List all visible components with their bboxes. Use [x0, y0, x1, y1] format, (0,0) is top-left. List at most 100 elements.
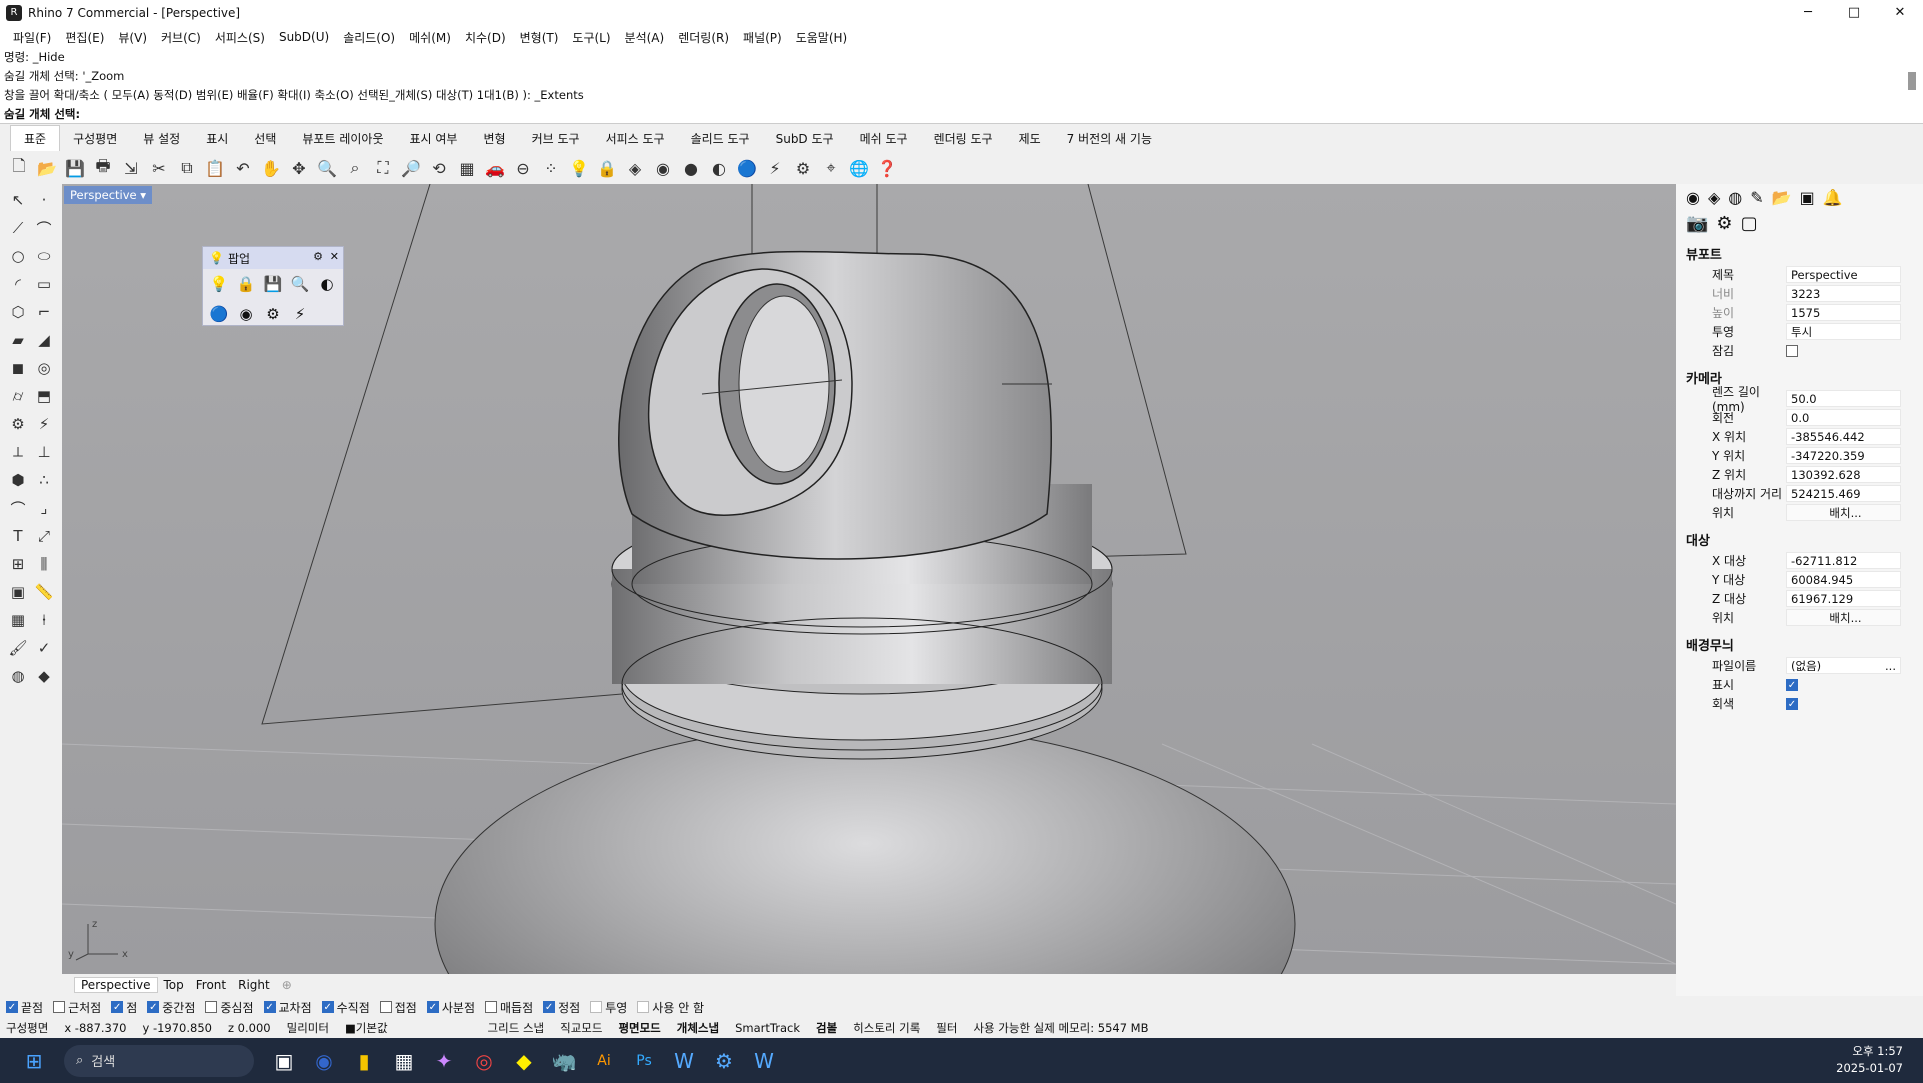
group-icon[interactable]: ⬢ [6, 468, 30, 492]
polygon-icon[interactable]: ⬡ [6, 300, 30, 324]
dimension-icon[interactable]: ⤢ [32, 524, 56, 548]
shape-icon[interactable]: ◆ [32, 664, 56, 688]
gears-icon[interactable]: ⚙ [261, 302, 285, 326]
lens-field[interactable]: 50.0 [1786, 390, 1901, 407]
curve-icon[interactable]: ⌒ [32, 216, 56, 240]
car-icon[interactable]: 🚗 [482, 155, 508, 181]
new-file-icon[interactable]: 🗋 [6, 155, 32, 181]
osnap-checkbox[interactable] [379, 1001, 392, 1013]
help-icon[interactable]: ❓ [874, 155, 900, 181]
material-icon[interactable]: ◍ [1728, 188, 1742, 207]
osnap-end[interactable]: ✓ 끝점 [6, 999, 43, 1016]
menu-solid[interactable]: 솔리드(O) [336, 29, 402, 46]
render-material-icon[interactable]: ◍ [6, 664, 30, 688]
osnap-mid[interactable]: ✓ 중간점 [147, 999, 195, 1016]
folder-icon[interactable]: 📂 [1772, 188, 1792, 207]
blue-sphere-icon[interactable]: 🔵 [207, 302, 231, 326]
tab-mesh-tools[interactable]: 메쉬 도구 [847, 130, 921, 147]
osnap-point[interactable]: ✓ 점 [111, 999, 137, 1016]
print-icon[interactable]: 🖶 [90, 155, 116, 181]
display-icon[interactable]: ▣ [1800, 188, 1815, 207]
popup-gear-icon[interactable]: ⚙ [313, 250, 323, 263]
viewport-tab-perspective[interactable]: Perspective [74, 977, 158, 993]
trim-icon[interactable]: ⊥ [32, 440, 56, 464]
browse-button[interactable]: ... [1885, 658, 1900, 673]
box-icon[interactable]: ◼ [6, 356, 30, 380]
tab-surface-tools[interactable]: 서피스 도구 [593, 130, 678, 147]
render-sphere-icon[interactable]: ◐ [706, 155, 732, 181]
zoom-extents-icon[interactable]: ⛶ [370, 155, 396, 181]
mirror-icon[interactable]: ⫼ [32, 552, 56, 576]
status-units[interactable]: 밀리미터 [287, 1020, 329, 1036]
maximize-button[interactable]: □ [1831, 0, 1877, 26]
color-wheel-icon[interactable]: ◉ [650, 155, 676, 181]
distance-field[interactable]: 524215.469 [1786, 485, 1901, 502]
tab-set-view[interactable]: 뷰 설정 [130, 130, 193, 147]
menu-subd[interactable]: SubD(U) [272, 30, 336, 44]
frame-icon[interactable]: ▢ [1741, 213, 1758, 234]
ytarget-field[interactable]: 60084.945 [1786, 571, 1901, 588]
gear-wrench-icon[interactable]: ⚙ [1716, 213, 1732, 234]
select-arrow-icon[interactable]: ↖ [6, 188, 30, 212]
illustrator-icon[interactable]: Ai [584, 1041, 624, 1081]
viewport-title-label[interactable]: Perspective ▾ [64, 186, 153, 204]
undo-icon[interactable]: ↶ [230, 155, 256, 181]
cplane-icon[interactable]: ⊖ [510, 155, 536, 181]
task-view-icon[interactable]: ▣ [264, 1041, 304, 1081]
lock-checkbox[interactable] [1786, 344, 1798, 357]
word-icon[interactable]: W [664, 1041, 704, 1081]
fillet-icon[interactable]: ⌒ [6, 496, 30, 520]
tab-visibility[interactable]: 표시 여부 [397, 130, 471, 147]
status-filter[interactable]: 필터 [936, 1020, 957, 1036]
kakaotalk-icon[interactable]: ◆ [504, 1041, 544, 1081]
copilot-icon[interactable]: ✦ [424, 1041, 464, 1081]
menu-curve[interactable]: 커브(C) [154, 29, 208, 46]
osnap-checkbox[interactable]: ✓ [263, 1001, 276, 1013]
status-ortho[interactable]: 직교모드 [560, 1020, 602, 1036]
projection-select[interactable]: 투시 [1786, 323, 1901, 340]
menu-mesh[interactable]: 메쉬(M) [402, 29, 458, 46]
tab-display[interactable]: 표시 [193, 130, 241, 147]
transform-icon[interactable]: ⊞ [6, 552, 30, 576]
menu-edit[interactable]: 편집(E) [58, 29, 111, 46]
tab-subd-tools[interactable]: SubD 도구 [763, 130, 847, 147]
ztarget-field[interactable]: 61967.129 [1786, 590, 1901, 607]
flashlight-icon[interactable]: ⚡ [762, 155, 788, 181]
rhino-app-icon[interactable]: 🦏 [544, 1041, 584, 1081]
flash-icon[interactable]: ⚡ [32, 412, 56, 436]
rotation-field[interactable]: 0.0 [1786, 409, 1901, 426]
tab-new-in-v7[interactable]: 7 버전의 새 기능 [1054, 130, 1165, 147]
status-smarttrack[interactable]: SmartTrack [735, 1021, 800, 1035]
render-sphere-icon[interactable]: ◐ [315, 272, 339, 296]
ypos-field[interactable]: -347220.359 [1786, 447, 1901, 464]
menu-help[interactable]: 도움말(H) [789, 29, 855, 46]
ruler-icon[interactable]: 📏 [32, 580, 56, 604]
osnap-checkbox[interactable]: ✓ [426, 1001, 439, 1013]
tab-cplanes[interactable]: 구성평면 [60, 130, 130, 147]
tab-curve-tools[interactable]: 커브 도구 [519, 130, 593, 147]
osnap-project[interactable]: 투영 [590, 999, 627, 1016]
surface-icon[interactable]: ▰ [6, 328, 30, 352]
minimize-button[interactable]: ─ [1785, 0, 1831, 26]
command-scrollbar[interactable] [1907, 50, 1917, 120]
check-icon[interactable]: ✓ [32, 636, 56, 660]
flash-icon[interactable]: ⚡ [288, 302, 312, 326]
osnap-perpendicular[interactable]: ✓ 수직점 [321, 999, 370, 1016]
fillet-curve-icon[interactable]: ⌐ [32, 300, 56, 324]
gears-icon[interactable]: ⚙ [6, 412, 30, 436]
light-bulb-icon[interactable]: 💡 [566, 155, 592, 181]
osnap-checkbox[interactable]: ✓ [321, 1001, 334, 1013]
taskbar-clock[interactable]: 오후 1:57 2025-01-07 [1836, 1043, 1903, 1077]
menu-surface[interactable]: 서피스(S) [208, 29, 272, 46]
globe-icon[interactable]: 🌐 [846, 155, 872, 181]
file-explorer-icon[interactable]: ▮ [344, 1041, 384, 1081]
circle-icon[interactable]: ○ [6, 244, 30, 268]
popup-header[interactable]: 💡 팝업 ⚙ ✕ [203, 247, 343, 269]
layer-icon[interactable]: ◈ [1708, 188, 1720, 207]
popup-close-icon[interactable]: ✕ [330, 250, 339, 263]
osnap-knot[interactable]: 매듭점 [484, 999, 533, 1016]
points-icon[interactable]: ⁘ [538, 155, 564, 181]
camera-icon[interactable]: 📷 [1686, 213, 1708, 234]
tab-standard[interactable]: 표준 [10, 125, 61, 151]
target-place-button[interactable]: 배치... [1786, 609, 1901, 626]
